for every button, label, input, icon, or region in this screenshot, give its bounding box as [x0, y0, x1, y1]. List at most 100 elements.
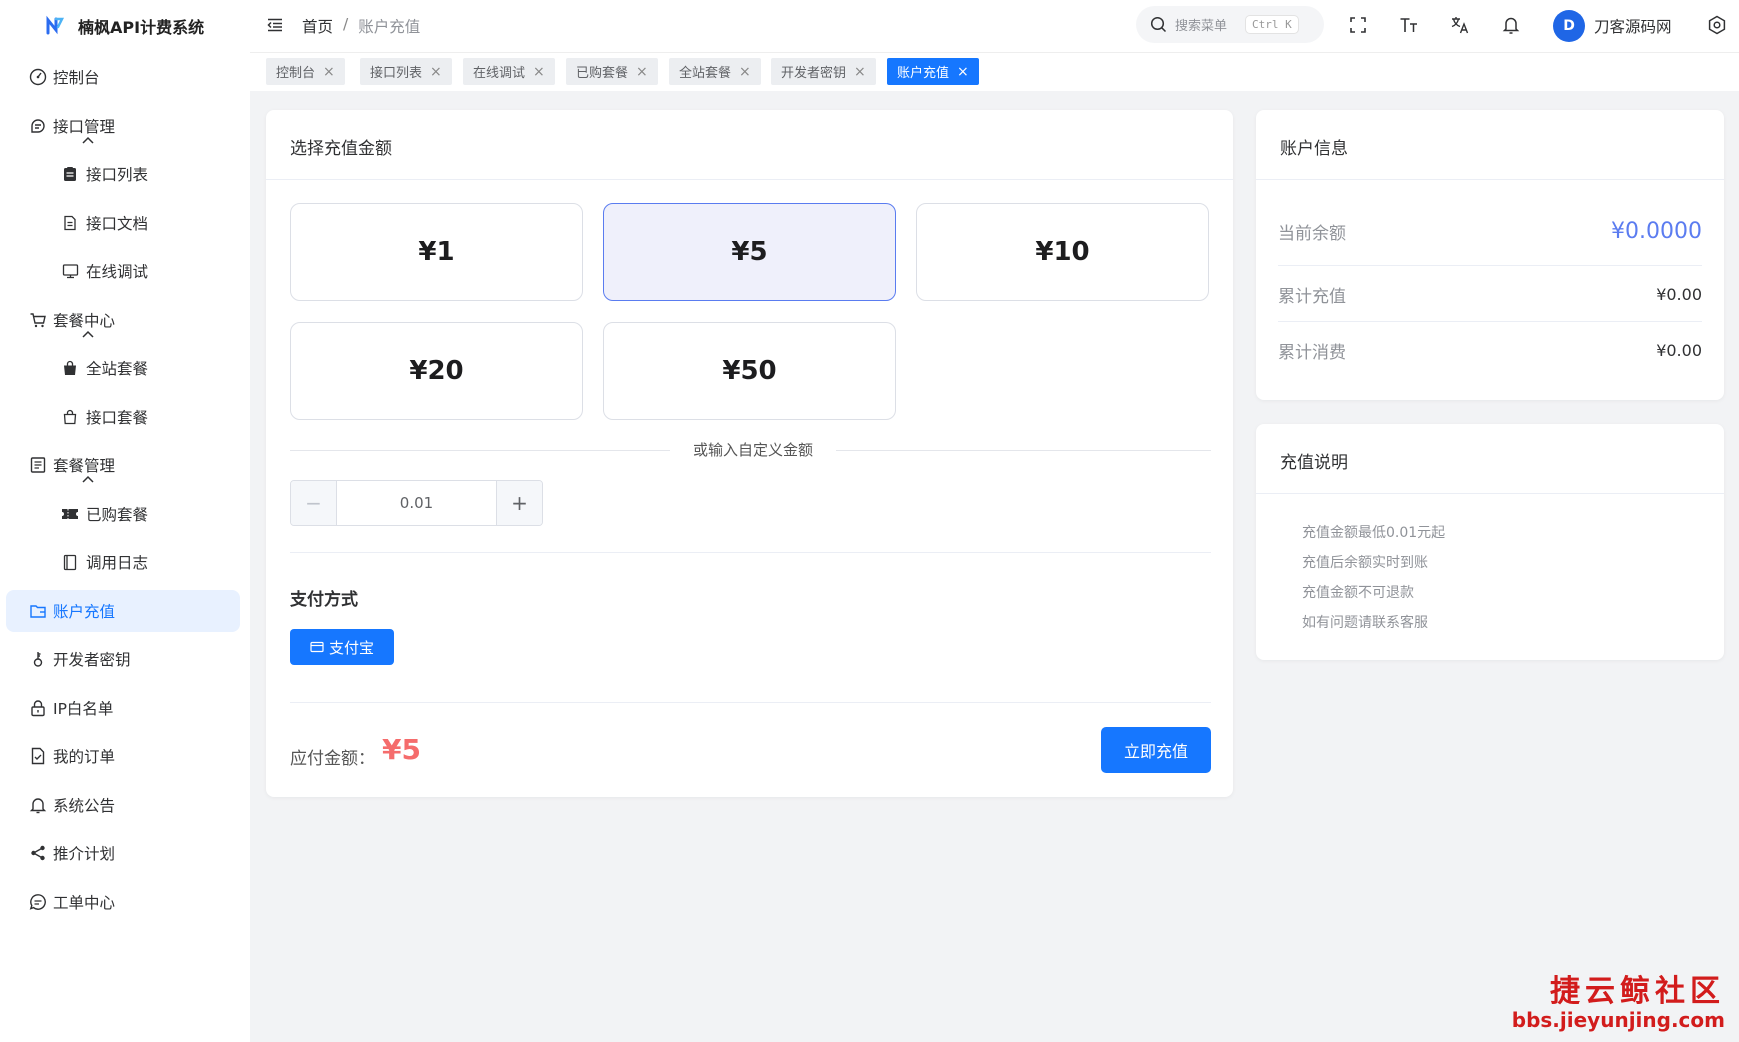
username[interactable]: 刀客源码网: [1594, 15, 1672, 37]
bag-outline-icon: [60, 407, 80, 427]
bag-icon: [60, 358, 80, 378]
monitor-icon: [60, 261, 80, 281]
amount-option-10[interactable]: ¥10: [916, 203, 1209, 301]
divider: [290, 702, 1211, 703]
increment-button[interactable]: +: [496, 481, 542, 525]
sidebar-item-plan-center[interactable]: 套餐中心: [0, 296, 250, 345]
alipay-button[interactable]: 支付宝: [290, 629, 394, 665]
sidebar-item-api-list[interactable]: 接口列表: [0, 150, 250, 199]
tab-purchased-plans[interactable]: 已购套餐 ×: [566, 58, 658, 85]
recharge-now-button[interactable]: 立即充值: [1101, 727, 1211, 773]
sidebar-item-ip-whitelist[interactable]: IP白名单: [0, 684, 250, 733]
menu-fold-icon[interactable]: [266, 16, 284, 38]
close-icon[interactable]: ×: [323, 64, 335, 80]
sidebar-item-api-management[interactable]: 接口管理: [0, 102, 250, 151]
custom-amount-input[interactable]: 0.01: [337, 481, 496, 525]
sidebar-item-my-orders[interactable]: 我的订单: [0, 732, 250, 781]
close-icon[interactable]: ×: [430, 64, 442, 80]
close-icon[interactable]: ×: [636, 64, 648, 80]
translate-icon[interactable]: [1449, 14, 1471, 36]
tab-account-recharge[interactable]: 账户充值 ×: [887, 58, 979, 85]
card-icon: [310, 641, 324, 653]
watermark-title: 捷云鲸社区: [1550, 974, 1725, 1009]
total-recharge-value: ¥0.00: [1656, 284, 1702, 304]
close-icon[interactable]: ×: [533, 64, 545, 80]
divider: [1256, 493, 1724, 494]
amount-option-20[interactable]: ¥20: [290, 322, 583, 420]
sidebar-item-label: IP白名单: [53, 699, 114, 718]
sidebar-item-label: 接口列表: [86, 166, 149, 185]
sidebar-item-label: 控制台: [53, 69, 100, 88]
amount-option-1[interactable]: ¥1: [290, 203, 583, 301]
app-title: 楠枫API计费系统: [78, 18, 205, 37]
note-item: 充值金额不可退款: [1302, 585, 1414, 601]
tab-label: 账户充值: [897, 66, 950, 81]
sidebar-item-referral[interactable]: 推介计划: [0, 829, 250, 878]
sidebar-item-developer-keys[interactable]: 开发者密钥: [0, 635, 250, 684]
tab-developer-keys[interactable]: 开发者密钥 ×: [771, 58, 876, 85]
sidebar-item-api-plans[interactable]: 接口套餐: [0, 393, 250, 442]
breadcrumb-home[interactable]: 首页: [302, 15, 333, 37]
recharge-notes-title: 充值说明: [1280, 453, 1348, 473]
sidebar-item-label: 账户充值: [53, 602, 116, 621]
sidebar-item-purchased-plans[interactable]: 已购套餐: [0, 490, 250, 539]
balance-label: 当前余额: [1278, 223, 1346, 244]
search-placeholder: 搜索菜单: [1175, 19, 1228, 34]
divider: [290, 552, 1211, 553]
close-icon[interactable]: ×: [957, 64, 969, 80]
sidebar-item-tickets[interactable]: 工单中心: [0, 878, 250, 927]
avatar[interactable]: D: [1553, 10, 1585, 42]
sidebar-item-account-recharge[interactable]: 账户充值: [0, 587, 250, 636]
total-recharge-row: 累计充值 ¥0.00: [1278, 266, 1702, 322]
log-icon: [60, 552, 80, 572]
note-item: 如有问题请联系客服: [1302, 615, 1428, 631]
sidebar-item-call-logs[interactable]: 调用日志: [0, 538, 250, 587]
tab-label: 接口列表: [370, 66, 423, 81]
tabs-bar: 控制台 × 接口列表 × 在线调试 × 已购套餐 × 全站套餐 × 开发者密钥 × 账户充值…: [250, 53, 1739, 91]
total-spent-value: ¥0.00: [1656, 340, 1702, 360]
dashboard-icon: [28, 67, 48, 87]
sidebar-item-api-docs[interactable]: 接口文档: [0, 199, 250, 248]
decrement-button[interactable]: −: [291, 481, 337, 525]
account-info-title: 账户信息: [1280, 139, 1348, 159]
sidebar-item-site-plans[interactable]: 全站套餐: [0, 344, 250, 393]
sidebar-item-label: 已购套餐: [86, 505, 149, 524]
sidebar-item-announcements[interactable]: 系统公告: [0, 781, 250, 830]
tab-site-plans[interactable]: 全站套餐 ×: [669, 58, 761, 85]
sidebar-menu: 控制台 接口管理 接口列表 接口文档 在线调试 套餐中心 全站套餐 接口套餐 套…: [0, 53, 250, 926]
sidebar-item-label: 在线调试: [86, 263, 149, 282]
balance-value: ¥0.0000: [1611, 218, 1702, 244]
close-icon[interactable]: ×: [739, 64, 751, 80]
sidebar-item-online-debug[interactable]: 在线调试: [0, 247, 250, 296]
amount-option-5[interactable]: ¥5: [603, 203, 896, 301]
amount-option-50[interactable]: ¥50: [603, 322, 896, 420]
settings-icon[interactable]: [1706, 14, 1728, 36]
sidebar-item-plan-management[interactable]: 套餐管理: [0, 441, 250, 490]
sidebar-item-dashboard[interactable]: 控制台: [0, 53, 250, 102]
sidebar-item-label: 接口文档: [86, 214, 149, 233]
font-size-icon[interactable]: [1398, 14, 1420, 36]
sidebar-item-label: 接口套餐: [86, 408, 149, 427]
wallet-icon: [28, 601, 48, 621]
tab-online-debug[interactable]: 在线调试 ×: [463, 58, 555, 85]
close-icon[interactable]: ×: [854, 64, 866, 80]
tab-dashboard[interactable]: 控制台 ×: [266, 58, 345, 85]
cart-icon: [28, 310, 48, 330]
note-item: 充值金额最低0.01元起: [1302, 525, 1446, 541]
sidebar-item-label: 系统公告: [53, 796, 116, 815]
amount-due-label: 应付金额：: [290, 749, 375, 769]
top-header: 首页 / 账户充值 搜索菜单 Ctrl K D 刀客源码网: [250, 0, 1739, 53]
tab-api-list[interactable]: 接口列表 ×: [360, 58, 452, 85]
total-spent-row: 累计消费 ¥0.00: [1278, 322, 1702, 378]
search-menu[interactable]: 搜索菜单 Ctrl K: [1136, 6, 1324, 43]
app-logo[interactable]: 楠枫API计费系统: [44, 12, 204, 40]
account-info-card: 账户信息 当前余额 ¥0.0000 累计充值 ¥0.00 累计消费 ¥0.00: [1256, 110, 1724, 400]
sidebar-item-label: 开发者密钥: [53, 651, 131, 670]
notification-bell-icon[interactable]: [1500, 14, 1522, 36]
tab-label: 在线调试: [473, 66, 526, 81]
sidebar-item-label: 工单中心: [53, 893, 116, 912]
api-icon: [28, 116, 48, 136]
breadcrumb: 首页 / 账户充值: [302, 15, 420, 37]
fullscreen-icon[interactable]: [1347, 14, 1369, 36]
logo-icon: [44, 15, 66, 37]
